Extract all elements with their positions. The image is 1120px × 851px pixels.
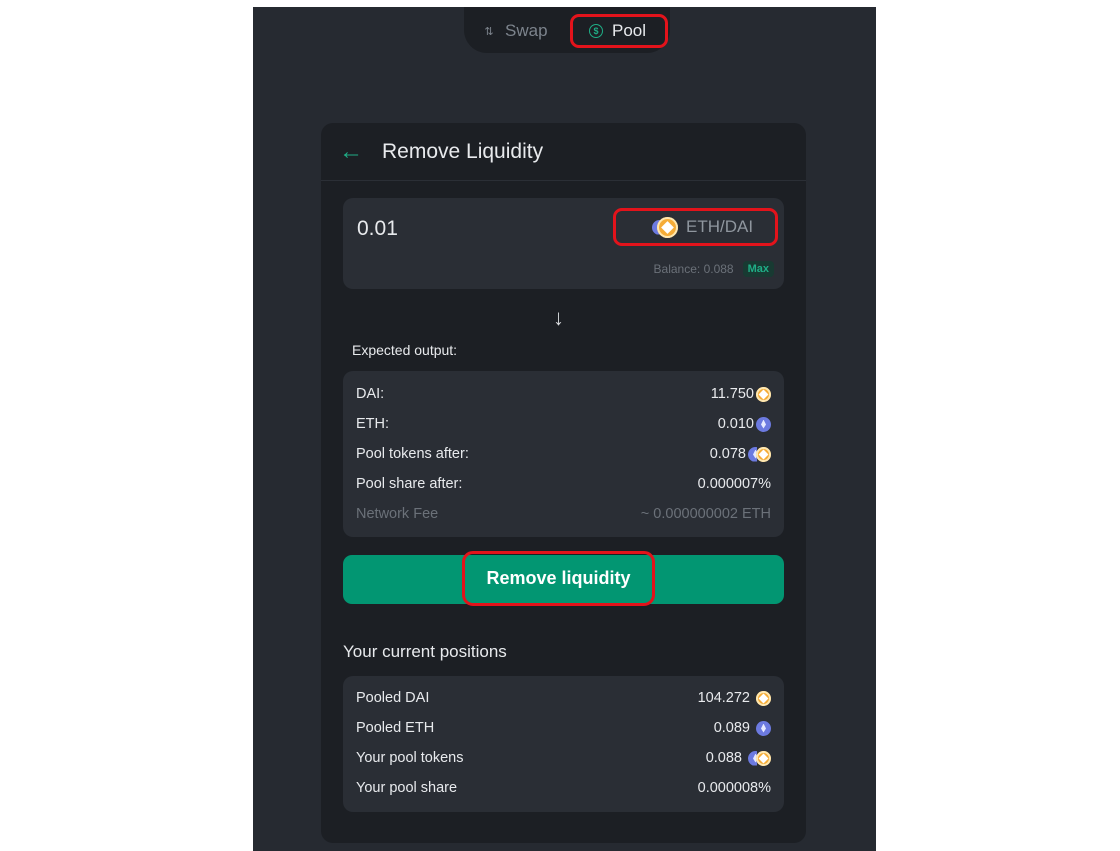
- dai-icon: [756, 386, 771, 402]
- tab-pool-label: Pool: [612, 21, 647, 40]
- token-pair-select[interactable]: ETH/DAI: [613, 208, 778, 246]
- tab-swap[interactable]: ⇅ Swap: [482, 14, 548, 48]
- max-button[interactable]: Max: [742, 261, 774, 277]
- balance-row: Balance: 0.088 Max: [654, 261, 774, 277]
- amount-input[interactable]: [357, 214, 557, 244]
- arrow-down-icon: ↓: [553, 305, 564, 330]
- dollar-circle-icon: $: [589, 24, 603, 38]
- output-value: 0.010: [717, 416, 754, 432]
- app-window: ⇅ Swap $ Pool ← Remove Liquidity ETH/DAI…: [253, 7, 876, 851]
- output-label: Network Fee: [356, 506, 439, 522]
- token-pair-label: ETH/DAI: [686, 217, 754, 236]
- eth-dai-pair-icon: [652, 216, 678, 238]
- output-value: 0.078: [709, 446, 746, 462]
- position-value: 0.089: [713, 720, 750, 736]
- card-header: ← Remove Liquidity: [321, 123, 806, 181]
- output-value: ~ 0.000000002 ETH: [640, 506, 771, 522]
- output-row-pool-share: Pool share after: 0.000007%: [356, 474, 771, 494]
- position-label: Your pool tokens: [356, 750, 464, 766]
- output-label: Pool share after:: [356, 476, 463, 492]
- remove-liquidity-card: ← Remove Liquidity ETH/DAI Balance: 0.08…: [321, 123, 806, 843]
- tab-pool[interactable]: $ Pool: [570, 14, 668, 48]
- position-value: 0.088: [705, 750, 742, 766]
- output-row-pool-tokens: Pool tokens after: 0.078: [356, 444, 771, 464]
- output-row-dai: DAI: 11.750: [356, 384, 771, 404]
- balance-text: Balance: 0.088: [653, 262, 734, 276]
- positions-title: Your current positions: [343, 642, 507, 661]
- eth-icon: [756, 720, 771, 736]
- eth-icon: [756, 416, 771, 432]
- output-label: DAI:: [356, 386, 385, 402]
- output-row-eth: ETH: 0.010: [356, 414, 771, 434]
- position-label: Pooled ETH: [356, 720, 435, 736]
- eth-dai-pair-icon: [748, 750, 771, 766]
- output-label: ETH:: [356, 416, 390, 432]
- dai-icon: [756, 690, 771, 706]
- expected-output-label: Expected output:: [352, 342, 458, 358]
- swap-icon: ⇅: [484, 25, 494, 38]
- amount-input-box: ETH/DAI Balance: 0.088 Max: [343, 198, 784, 289]
- back-arrow-icon[interactable]: ←: [339, 137, 369, 167]
- card-title: Remove Liquidity: [382, 140, 544, 163]
- remove-liquidity-button[interactable]: Remove liquidity: [343, 551, 784, 606]
- output-value: 11.750: [710, 386, 754, 402]
- position-row-pool-tokens: Your pool tokens 0.088: [356, 748, 771, 768]
- position-row-pool-share: Your pool share 0.000008%: [356, 778, 771, 798]
- position-label: Pooled DAI: [356, 690, 430, 706]
- eth-dai-pair-icon: [748, 446, 771, 462]
- position-row-pooled-eth: Pooled ETH 0.089: [356, 718, 771, 738]
- position-value: 104.272: [697, 690, 750, 706]
- position-row-pooled-dai: Pooled DAI 104.272: [356, 688, 771, 708]
- remove-liquidity-button-label: Remove liquidity: [462, 551, 655, 606]
- position-label: Your pool share: [356, 780, 458, 796]
- tab-swap-label: Swap: [505, 21, 548, 40]
- positions-panel: Pooled DAI 104.272 Pooled ETH 0.089 Your…: [343, 676, 784, 812]
- output-row-network-fee: Network Fee ~ 0.000000002 ETH: [356, 504, 771, 524]
- output-label: Pool tokens after:: [356, 446, 469, 462]
- position-value: 0.000008%: [697, 780, 771, 796]
- output-value: 0.000007%: [697, 476, 771, 492]
- top-nav: ⇅ Swap $ Pool: [464, 7, 670, 53]
- expected-output-panel: DAI: 11.750 ETH: 0.010 Pool tokens after…: [343, 371, 784, 537]
